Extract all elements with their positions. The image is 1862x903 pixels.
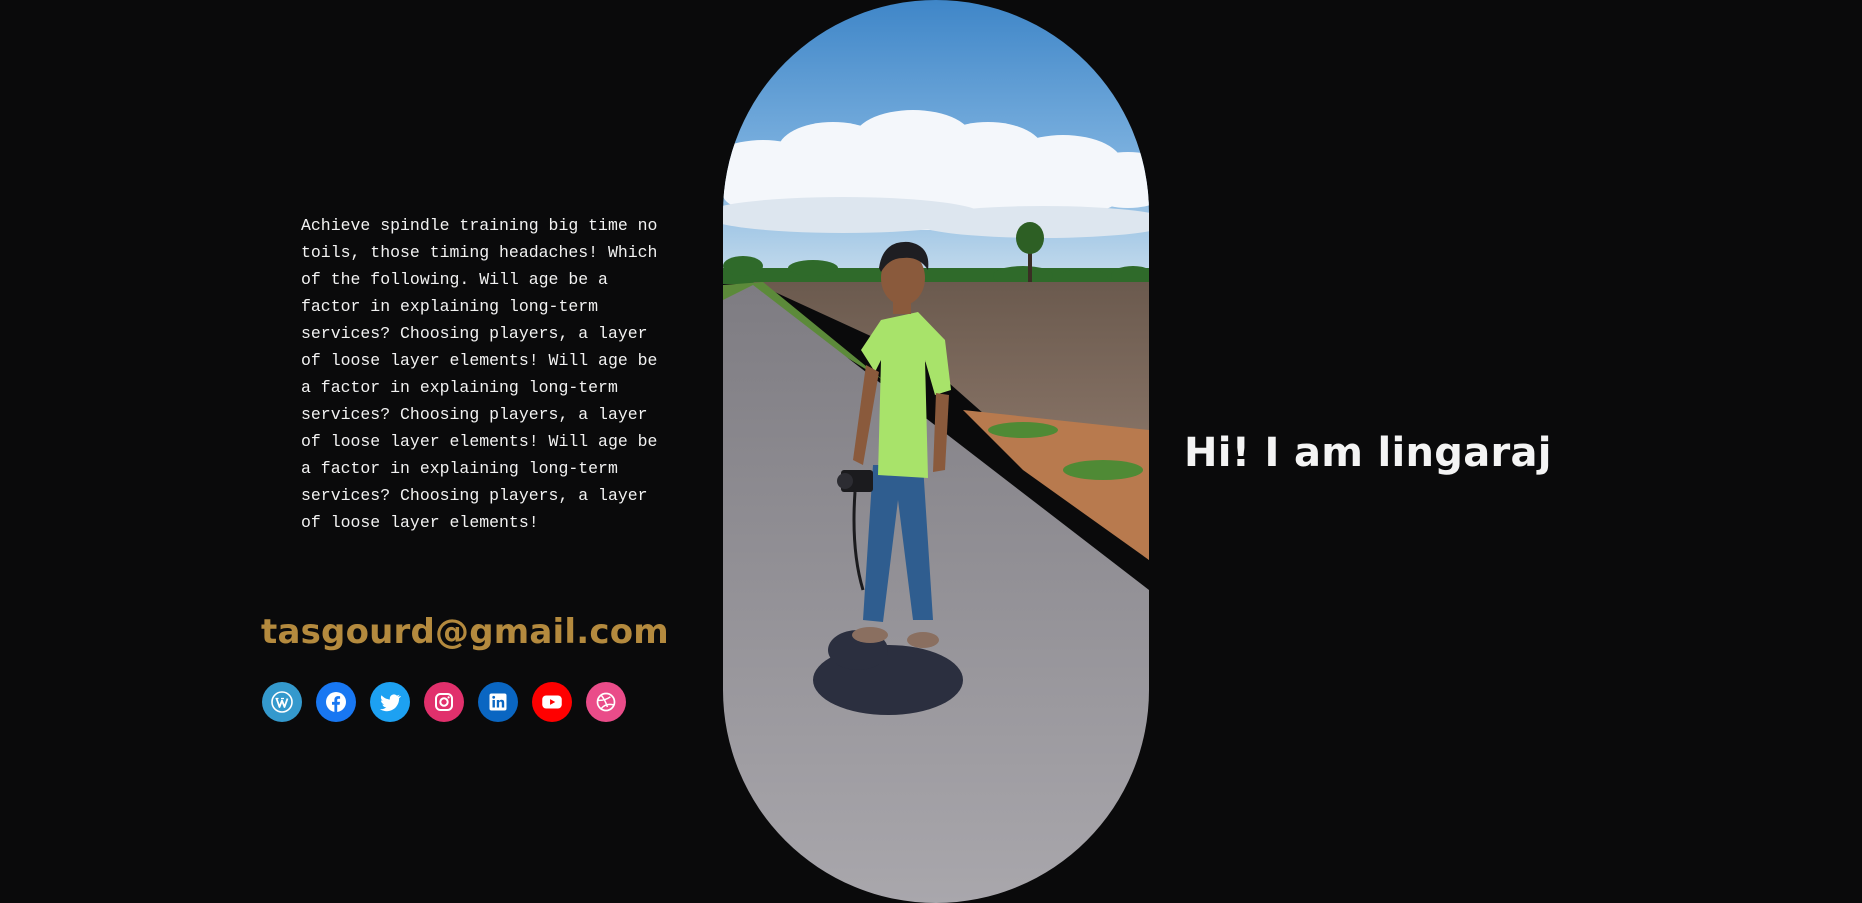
instagram-link[interactable] <box>424 682 464 722</box>
photo-illustration <box>723 0 1149 903</box>
social-links <box>262 682 626 722</box>
linkedin-icon <box>489 693 507 711</box>
wordpress-link[interactable] <box>262 682 302 722</box>
youtube-link[interactable] <box>532 682 572 722</box>
dribbble-icon <box>596 692 616 712</box>
dribbble-link[interactable] <box>586 682 626 722</box>
linkedin-link[interactable] <box>478 682 518 722</box>
wordpress-icon <box>271 691 293 713</box>
bio-paragraph: Achieve spindle training big time no toi… <box>301 216 658 532</box>
instagram-icon <box>435 693 453 711</box>
facebook-icon <box>326 692 346 712</box>
email-link[interactable]: tasgourd@gmail.com <box>261 612 669 652</box>
youtube-icon <box>542 695 562 709</box>
facebook-link[interactable] <box>316 682 356 722</box>
profile-photo <box>723 0 1149 903</box>
twitter-icon <box>380 694 402 712</box>
twitter-link[interactable] <box>370 682 410 722</box>
hero-greeting: Hi! I am lingaraj <box>1184 430 1552 476</box>
